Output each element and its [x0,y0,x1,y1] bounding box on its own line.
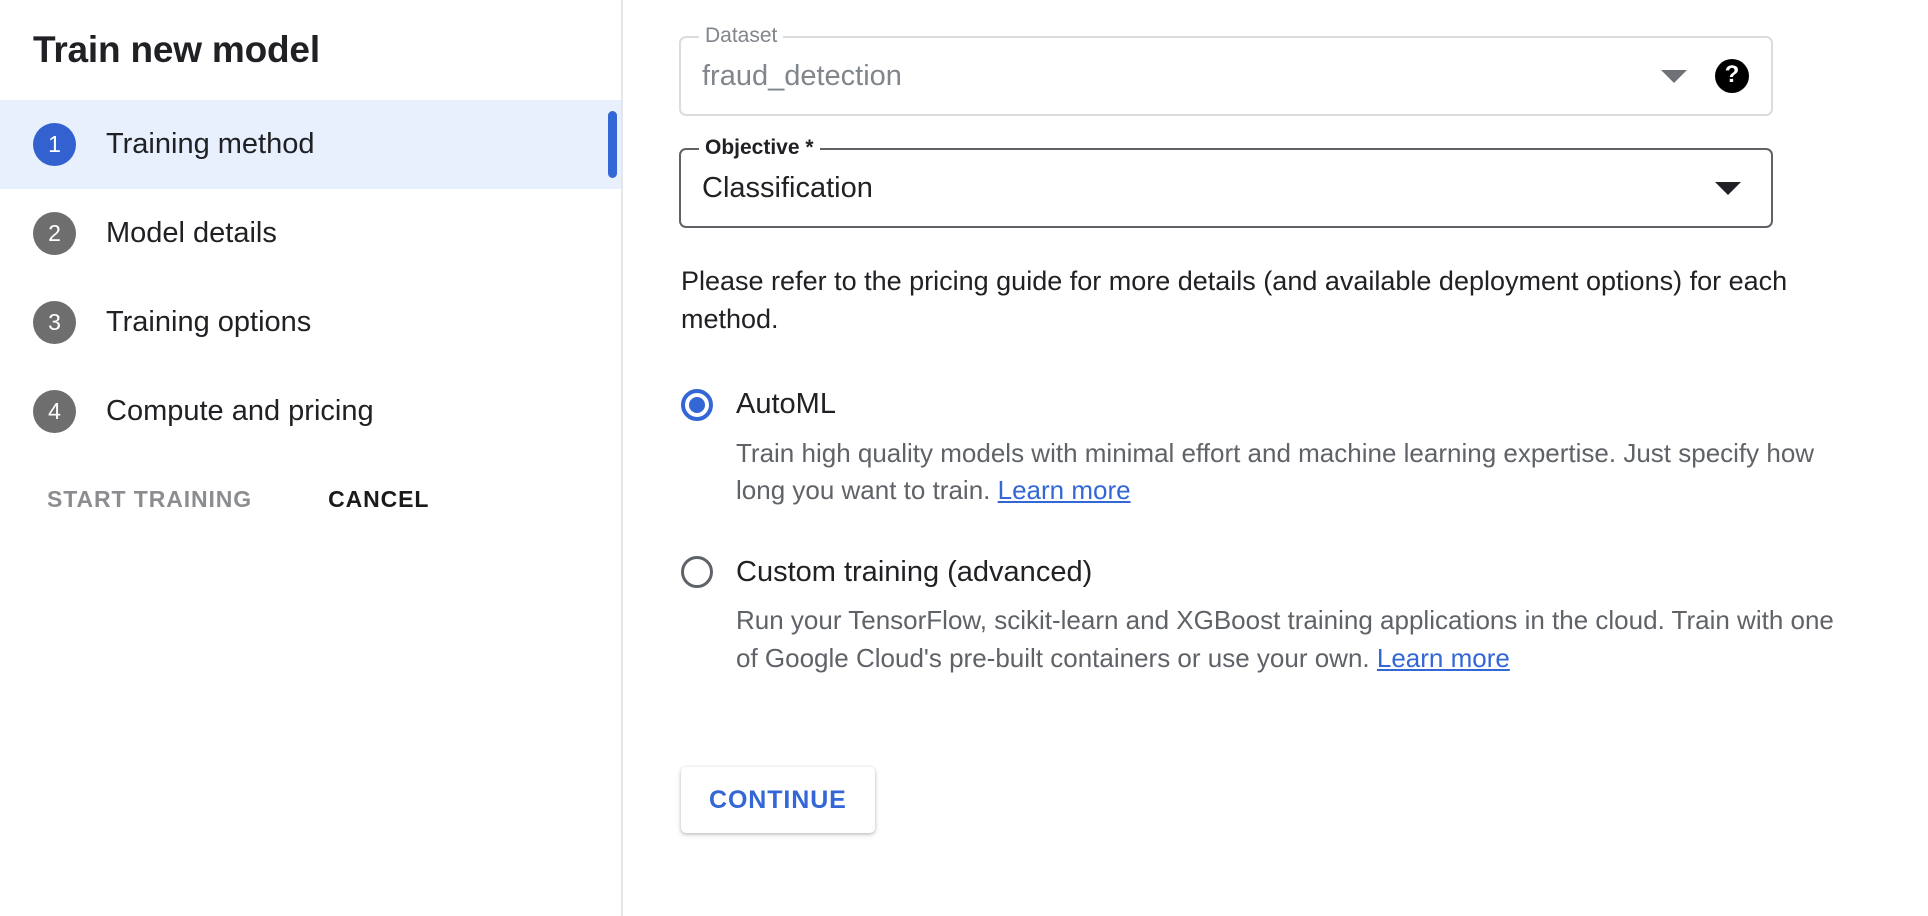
cancel-button[interactable]: CANCEL [328,486,429,513]
radio-automl[interactable] [681,389,713,421]
step-number-badge: 3 [33,301,76,344]
sidebar-step-training-method[interactable]: 1 Training method [0,100,621,189]
learn-more-link-custom-training[interactable]: Learn more [1377,643,1510,673]
objective-field[interactable]: Objective * Classification [679,148,1773,228]
chevron-down-icon[interactable] [1715,182,1741,195]
active-step-indicator [608,111,617,178]
step-label: Training method [106,130,314,159]
radio-description-text: Train high quality models with minimal e… [736,438,1814,506]
training-method-option-custom-training[interactable]: Custom training (advanced) Run your Tens… [679,556,1773,677]
sidebar-action-row: START TRAINING CANCEL [0,486,621,513]
radio-label-automl: AutoML [736,390,836,419]
wizard-content-pane: Dataset fraud_detection ? Objective * Cl… [623,0,1928,916]
step-label: Compute and pricing [106,397,374,426]
continue-button[interactable]: CONTINUE [681,767,875,833]
radio-description-custom-training: Run your TensorFlow, scikit-learn and XG… [736,602,1856,677]
dataset-field[interactable]: Dataset fraud_detection ? [679,36,1773,116]
step-number-badge: 4 [33,390,76,433]
dataset-field-value: fraud_detection [681,60,1661,93]
sidebar-step-training-options[interactable]: 3 Training options [0,278,621,367]
step-number-badge: 1 [33,123,76,166]
wizard-sidebar: Train new model 1 Training method 2 Mode… [0,0,623,916]
dataset-field-label: Dataset [699,25,783,46]
pricing-note: Please refer to the pricing guide for mo… [681,262,1811,339]
start-training-button[interactable]: START TRAINING [47,486,252,513]
sidebar-step-compute-and-pricing[interactable]: 4 Compute and pricing [0,367,621,456]
sidebar-step-model-details[interactable]: 2 Model details [0,189,621,278]
training-method-option-automl[interactable]: AutoML Train high quality models with mi… [679,389,1773,510]
train-new-model-wizard: Train new model 1 Training method 2 Mode… [0,0,1928,916]
learn-more-link-automl[interactable]: Learn more [998,475,1131,505]
radio-custom-training[interactable] [681,556,713,588]
training-method-radio-group: AutoML Train high quality models with mi… [679,389,1773,678]
radio-description-text: Run your TensorFlow, scikit-learn and XG… [736,605,1834,673]
objective-field-value: Classification [681,172,1715,205]
step-label: Model details [106,219,277,248]
step-label: Training options [106,308,311,337]
radio-label-custom-training: Custom training (advanced) [736,558,1092,587]
step-list: 1 Training method 2 Model details 3 Trai… [0,100,621,456]
help-icon[interactable]: ? [1715,59,1749,93]
step-number-badge: 2 [33,212,76,255]
chevron-down-icon[interactable] [1661,70,1687,83]
radio-description-automl: Train high quality models with minimal e… [736,435,1856,510]
page-title: Train new model [0,0,621,72]
objective-field-label: Objective * [699,137,820,158]
